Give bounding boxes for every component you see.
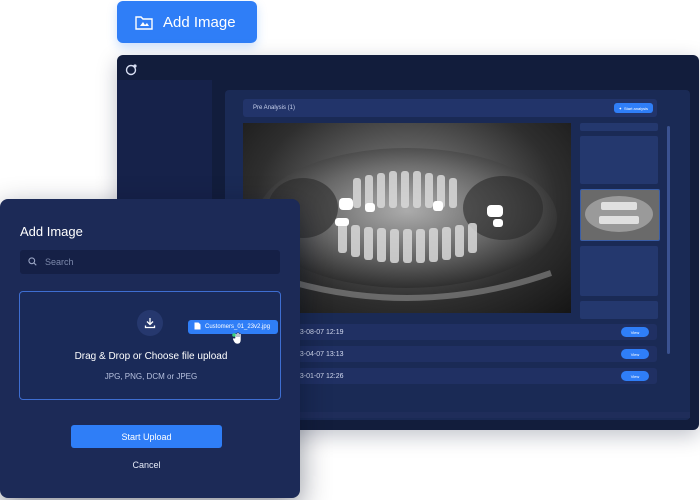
upload-download-icon: [137, 310, 163, 336]
thumbnail[interactable]: [580, 301, 658, 319]
dropzone-instruction: Drag & Drop or Choose file upload: [74, 351, 228, 362]
dragged-file-name: Customers_01_23v2.jpg: [205, 324, 271, 330]
record-timestamp: 23-01-07 12:26: [296, 372, 344, 380]
app-logo-icon: [125, 63, 138, 81]
record-row[interactable]: 23-04-07 13:13 View: [290, 346, 657, 362]
cancel-button[interactable]: Cancel: [71, 460, 222, 470]
modal-title: Add Image: [20, 224, 83, 239]
thumbnail-scrollbar[interactable]: [667, 126, 670, 354]
view-record-button[interactable]: View: [621, 371, 649, 381]
search-input[interactable]: [43, 256, 267, 268]
add-image-modal: Add Image Drag & Drop or Choose file upl…: [0, 199, 300, 498]
panel-header: Pre Analysis (1) ✦ Start analysis: [243, 99, 657, 117]
add-image-cta-button[interactable]: Add Image: [117, 1, 257, 43]
thumbnail[interactable]: [580, 123, 658, 131]
record-list: 23-08-07 12:19 View 23-04-07 13:13 View …: [290, 324, 657, 390]
file-icon: [194, 322, 201, 332]
thumbnail[interactable]: [580, 246, 658, 296]
record-row[interactable]: 23-08-07 12:19 View: [290, 324, 657, 340]
thumbnail-list: [580, 123, 660, 324]
record-timestamp: 23-08-07 12:19: [296, 328, 344, 336]
image-folder-icon: [135, 14, 153, 30]
add-image-cta-label: Add Image: [163, 13, 236, 31]
start-analysis-label: Start analysis: [623, 105, 648, 111]
start-upload-button[interactable]: Start Upload: [71, 425, 222, 448]
grab-cursor-icon: [232, 332, 244, 350]
thumbnail[interactable]: [580, 136, 658, 184]
view-record-button[interactable]: View: [621, 327, 649, 337]
record-row[interactable]: 23-01-07 12:26 View: [290, 368, 657, 384]
start-analysis-button[interactable]: ✦ Start analysis: [613, 103, 653, 113]
dropzone-formats: JPG, PNG, DCM or JPEG: [104, 372, 198, 381]
panel-title: Pre Analysis (1): [253, 105, 296, 111]
search-box: [20, 250, 280, 274]
record-timestamp: 23-04-07 13:13: [296, 350, 344, 358]
search-icon: [28, 253, 37, 271]
view-record-button[interactable]: View: [621, 349, 649, 359]
thumbnail-selected-xray[interactable]: [580, 189, 660, 241]
file-dropzone[interactable]: Drag & Drop or Choose file upload JPG, P…: [19, 291, 281, 400]
sparkle-icon: ✦: [618, 105, 622, 111]
